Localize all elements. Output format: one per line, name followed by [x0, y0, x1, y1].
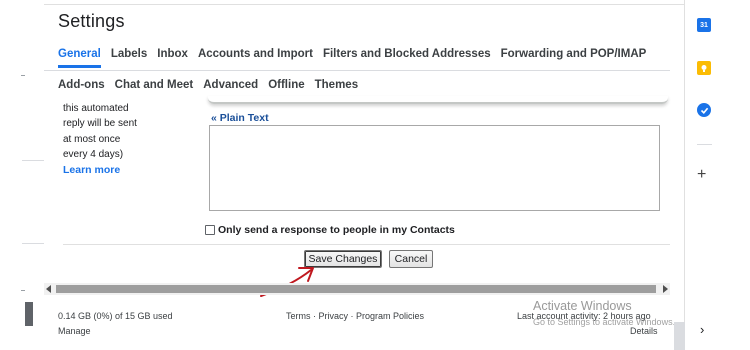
note-line: reply will be sent	[63, 118, 137, 130]
scroll-right-icon[interactable]	[663, 285, 668, 293]
expand-panel-chevron-icon[interactable]: ›	[700, 322, 704, 337]
tab-chat-and-meet[interactable]: Chat and Meet	[115, 79, 194, 99]
page-title: Settings	[58, 11, 125, 31]
tab-add-ons[interactable]: Add-ons	[58, 79, 105, 99]
scroll-left-icon[interactable]	[46, 285, 51, 293]
strip-divider	[22, 160, 44, 161]
tabs-divider	[44, 70, 670, 71]
cancel-button[interactable]: Cancel	[389, 250, 433, 268]
tasks-icon[interactable]	[697, 103, 711, 117]
tab-forwarding-and-pop-imap[interactable]: Forwarding and POP/IMAP	[501, 48, 647, 68]
settings-tabs-row-1: General Labels Inbox Accounts and Import Fil…	[58, 48, 646, 68]
tab-general[interactable]: General	[58, 48, 101, 68]
strip-tick	[21, 290, 25, 291]
left-nav-strip	[0, 0, 44, 350]
vacation-frequency-note: this automated reply will be sent at mos…	[63, 101, 173, 178]
storage-usage: 0.14 GB (0%) of 15 GB used	[58, 311, 173, 321]
learn-more-link[interactable]: Learn more	[63, 163, 120, 178]
side-panel	[685, 0, 750, 350]
note-line: every 4 days)	[63, 148, 124, 160]
plain-text-link[interactable]: « Plain Text	[211, 112, 269, 124]
add-addon-icon[interactable]: +	[697, 166, 706, 184]
contacts-only-option[interactable]: Only send a response to people in my Con…	[205, 224, 455, 236]
calendar-icon[interactable]: 31	[697, 18, 711, 32]
activity-details-link[interactable]: Details	[630, 326, 658, 336]
footer-policy-links[interactable]: Terms · Privacy · Program Policies	[286, 311, 424, 321]
tab-accounts-and-import[interactable]: Accounts and Import	[198, 48, 313, 68]
activate-windows-watermark: Activate Windows	[533, 299, 632, 313]
section-separator	[63, 244, 670, 245]
top-border	[44, 4, 684, 5]
strip-tick	[21, 75, 25, 76]
toolbar-shadow-edge	[208, 96, 668, 104]
strip-scroll-block	[25, 302, 33, 326]
tab-inbox[interactable]: Inbox	[157, 48, 188, 68]
contacts-only-checkbox[interactable]	[205, 225, 215, 235]
tab-filters-and-blocked-addresses[interactable]: Filters and Blocked Addresses	[323, 48, 491, 68]
strip-divider	[22, 243, 44, 244]
manage-storage-link[interactable]: Manage	[58, 326, 91, 336]
side-panel-divider-small	[697, 144, 712, 145]
scrollbar-thumb[interactable]	[56, 285, 656, 293]
note-line: this automated	[63, 103, 129, 114]
vacation-message-textarea[interactable]	[209, 125, 660, 211]
contacts-only-label: Only send a response to people in my Con…	[218, 224, 455, 236]
note-line: at most once	[63, 133, 121, 145]
keep-icon[interactable]	[697, 61, 711, 75]
activate-windows-subtext: Go to Settings to activate Windows.	[533, 317, 676, 327]
tab-labels[interactable]: Labels	[111, 48, 147, 68]
horizontal-scrollbar[interactable]	[44, 283, 670, 295]
vertical-scrollbar-stub	[674, 322, 685, 350]
